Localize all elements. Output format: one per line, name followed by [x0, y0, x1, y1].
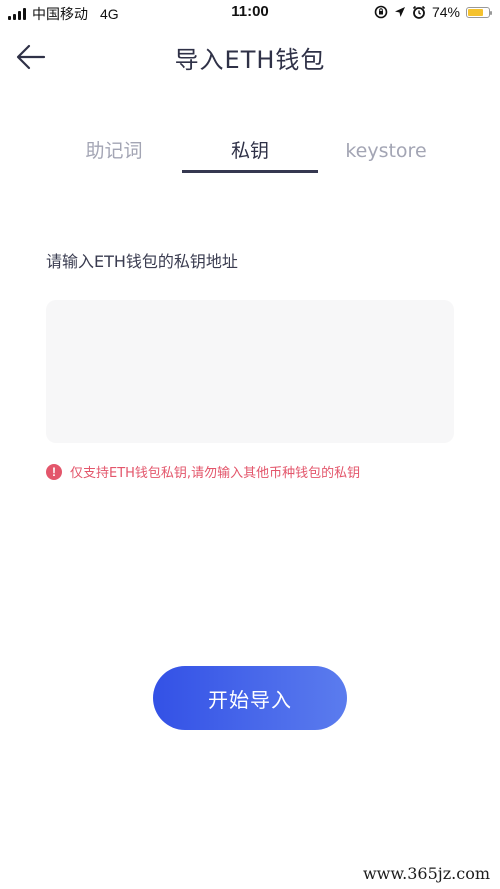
battery-icon [466, 6, 492, 18]
tab-keystore[interactable]: keystore [318, 132, 454, 172]
active-tab-indicator [182, 170, 318, 173]
location-icon [394, 7, 405, 17]
page-title: 导入ETH钱包 [174, 46, 326, 74]
status-bar: 中国移动 4G 11:00 74% [0, 0, 500, 26]
status-right: 74% [374, 4, 492, 20]
warning-text: 仅支持ETH钱包私钥,请勿输入其他币种钱包的私钥 [70, 466, 361, 481]
start-import-button[interactable]: 开始导入 [153, 666, 347, 730]
alarm-icon [412, 5, 426, 19]
tab-private-key[interactable]: 私钥 [182, 132, 318, 172]
warning-icon: ! [46, 463, 62, 480]
warning-message: ! 仅支持ETH钱包私钥,请勿输入其他币种钱包的私钥 [46, 462, 360, 481]
private-key-input[interactable] [46, 300, 454, 443]
watermark: www.365jz.com [362, 864, 490, 883]
import-method-tabs: 助记词 私钥 keystore [46, 132, 454, 174]
private-key-label: 请输入ETH钱包的私钥地址 [46, 252, 238, 271]
tab-mnemonic[interactable]: 助记词 [46, 132, 182, 172]
rotation-lock-icon [374, 5, 388, 19]
battery-percent: 74% [431, 4, 460, 20]
battery-fill [468, 8, 483, 16]
